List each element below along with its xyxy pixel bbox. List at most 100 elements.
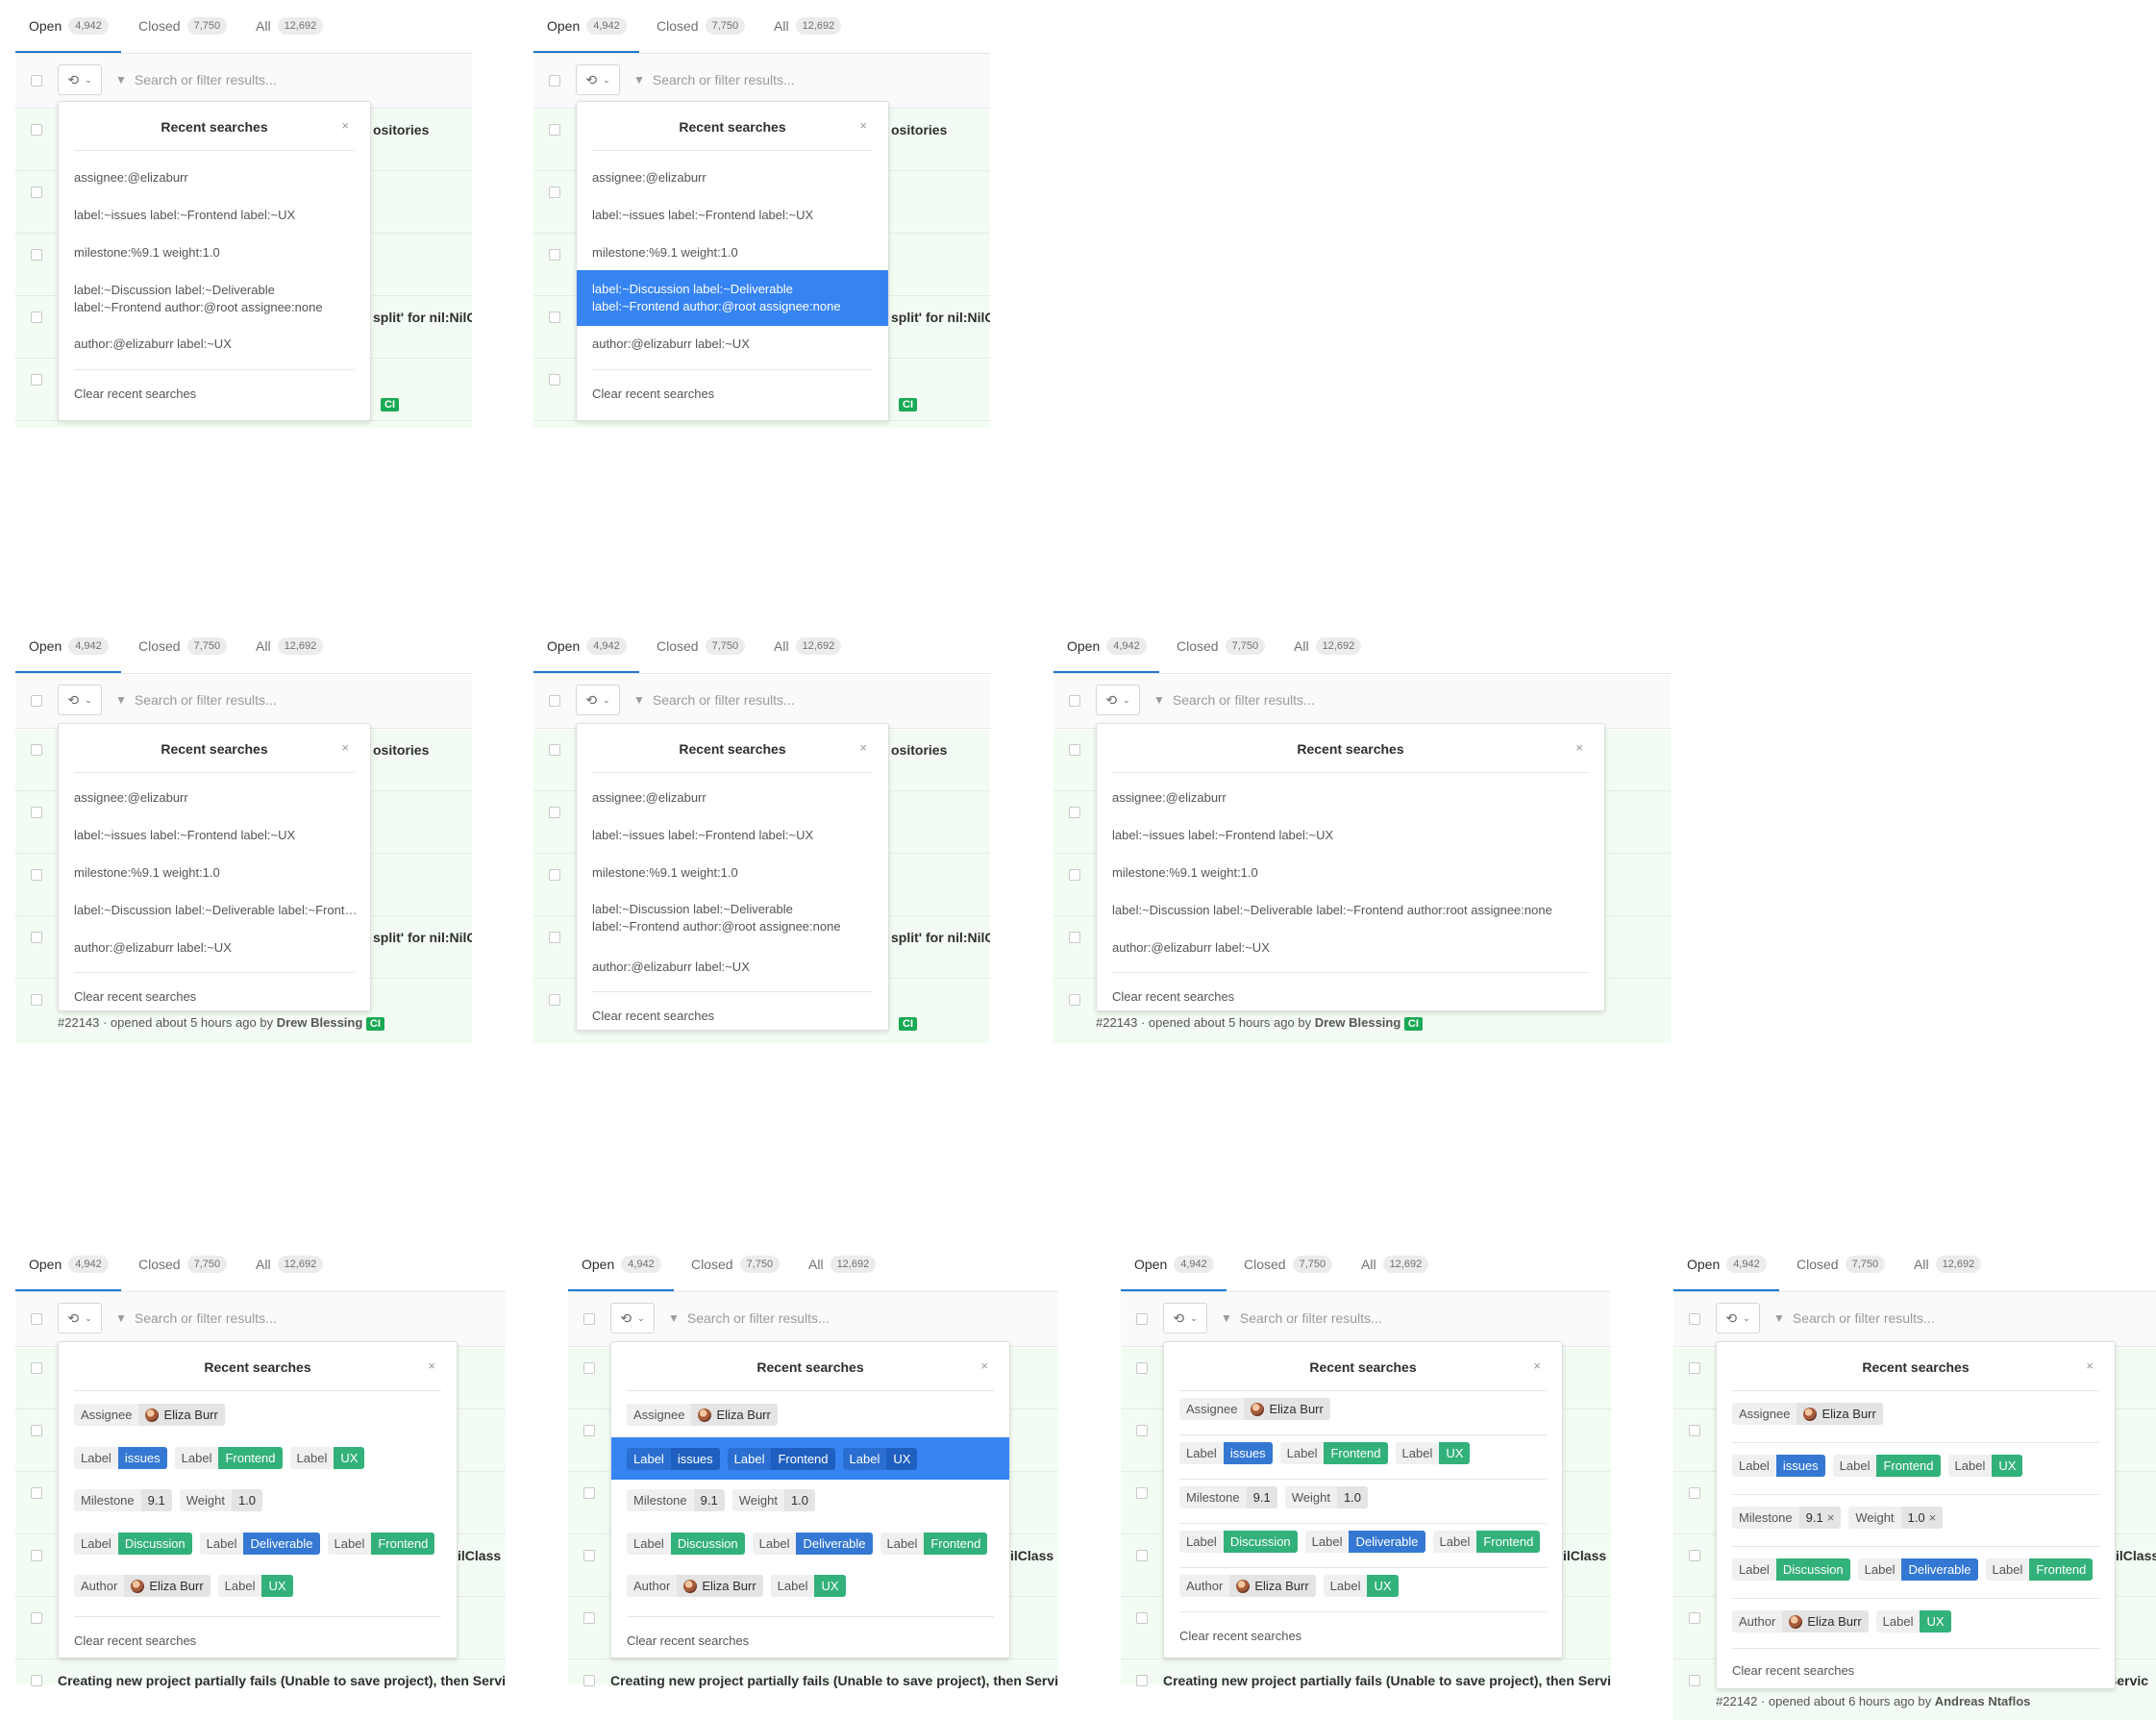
recent-searches-button[interactable]: ⟲ ⌄ <box>610 1303 655 1334</box>
row-checkbox[interactable] <box>549 932 560 943</box>
select-all-checkbox[interactable] <box>549 75 560 87</box>
tab-closed[interactable]: Closed 7,750 <box>138 637 228 655</box>
recent-search-item[interactable]: label:~issues label:~Frontend label:~UX <box>592 207 879 224</box>
row-checkbox[interactable] <box>1689 1675 1700 1686</box>
search-input[interactable]: ▼ Search or filter results... <box>1221 1310 1382 1326</box>
row-checkbox[interactable] <box>31 249 42 261</box>
clear-recent-searches-button[interactable]: Clear recent searches <box>1112 989 1234 1004</box>
row-checkbox[interactable] <box>1689 1362 1700 1374</box>
recent-search-item-highlighted[interactable]: label:~Discussion label:~Deliverable labe… <box>577 270 888 326</box>
recent-search-item[interactable]: label:~issues label:~Frontend label:~UX <box>592 827 879 844</box>
issue-title[interactable]: ilClass <box>2116 1548 2156 1563</box>
row-checkbox[interactable] <box>31 1425 42 1436</box>
row-checkbox[interactable] <box>1689 1425 1700 1436</box>
clear-recent-searches-button[interactable]: Clear recent searches <box>1179 1629 1301 1643</box>
row-checkbox[interactable] <box>1069 869 1080 881</box>
row-checkbox[interactable] <box>1136 1612 1148 1624</box>
recent-search-item[interactable]: Author Eliza Burr Label UX <box>1179 1575 1556 1597</box>
row-checkbox[interactable] <box>31 1675 42 1686</box>
recent-search-item[interactable]: assignee:@elizaburr <box>592 789 879 807</box>
select-all-checkbox[interactable] <box>31 75 42 87</box>
row-checkbox[interactable] <box>31 1362 42 1374</box>
search-input[interactable]: ▼ Search or filter results... <box>633 692 795 708</box>
row-checkbox[interactable] <box>1689 1550 1700 1561</box>
search-input[interactable]: ▼ Search or filter results... <box>115 1310 277 1326</box>
select-all-checkbox[interactable] <box>1689 1313 1700 1325</box>
tab-all[interactable]: All 12,692 <box>1294 637 1362 655</box>
issue-title[interactable]: ilClass <box>1563 1548 1606 1563</box>
row-checkbox[interactable] <box>549 869 560 881</box>
tab-all[interactable]: All 12,692 <box>256 17 324 35</box>
issue-title[interactable]: split' for nil:NilC <box>891 930 990 945</box>
clear-recent-searches-button[interactable]: Clear recent searches <box>74 386 196 401</box>
recent-search-item[interactable]: author:@elizaburr label:~UX <box>74 336 360 353</box>
clear-recent-searches-button[interactable]: Clear recent searches <box>592 386 714 401</box>
recent-search-item[interactable]: milestone:%9.1 weight:1.0 <box>592 244 879 262</box>
tab-open[interactable]: Open 4,942 <box>547 17 627 35</box>
recent-search-item[interactable]: Label Discussion Label Deliverable Label Fr… <box>627 1533 1004 1555</box>
recent-searches-button[interactable]: ⟲ ⌄ <box>1096 685 1140 715</box>
select-all-checkbox[interactable] <box>1069 695 1080 707</box>
recent-search-item[interactable]: label:~issues label:~Frontend label:~UX <box>74 827 360 844</box>
recent-searches-button[interactable]: ⟲ ⌄ <box>58 64 102 95</box>
row-checkbox[interactable] <box>31 744 42 756</box>
issue-title[interactable]: split' for nil:NilC <box>373 930 472 945</box>
recent-search-item[interactable]: milestone:%9.1 weight:1.0 <box>74 864 360 882</box>
row-checkbox[interactable] <box>1136 1487 1148 1499</box>
row-checkbox[interactable] <box>31 932 42 943</box>
row-checkbox[interactable] <box>31 1550 42 1561</box>
row-checkbox[interactable] <box>1689 1487 1700 1499</box>
row-checkbox[interactable] <box>31 1612 42 1624</box>
search-input[interactable]: ▼ Search or filter results... <box>668 1310 830 1326</box>
remove-token-icon[interactable]: × <box>1827 1510 1835 1525</box>
row-checkbox[interactable] <box>1069 932 1080 943</box>
recent-searches-button[interactable]: ⟲ ⌄ <box>576 685 620 715</box>
search-input[interactable]: ▼ Search or filter results... <box>115 692 277 708</box>
tab-closed[interactable]: Closed 7,750 <box>1244 1256 1333 1273</box>
recent-searches-button[interactable]: ⟲ ⌄ <box>58 685 102 715</box>
issue-title[interactable]: Creating new project partially fails (Un… <box>1163 1673 1611 1688</box>
recent-search-item[interactable]: Label Discussion Label Deliverable Label Fr… <box>74 1533 451 1555</box>
tab-closed[interactable]: Closed 7,750 <box>691 1256 781 1273</box>
recent-searches-button[interactable]: ⟲ ⌄ <box>1716 1303 1760 1334</box>
recent-search-item[interactable]: assignee:@elizaburr <box>592 169 879 187</box>
recent-search-item[interactable]: Milestone 9.1 Weight 1.0 <box>627 1489 1004 1511</box>
issue-title[interactable]: ositories <box>373 742 429 758</box>
clear-recent-searches-button[interactable]: Clear recent searches <box>592 1009 714 1023</box>
recent-search-item[interactable]: assignee:@elizaburr <box>1112 789 1595 807</box>
recent-search-item[interactable]: author:@elizaburr label:~UX <box>592 959 879 976</box>
recent-search-item[interactable]: milestone:%9.1 weight:1.0 <box>1112 864 1595 882</box>
select-all-checkbox[interactable] <box>549 695 560 707</box>
select-all-checkbox[interactable] <box>583 1313 595 1325</box>
recent-searches-button[interactable]: ⟲ ⌄ <box>1163 1303 1207 1334</box>
close-icon[interactable]: × <box>2086 1359 2094 1373</box>
tab-open[interactable]: Open 4,942 <box>1687 1256 1767 1273</box>
row-checkbox[interactable] <box>583 1362 595 1374</box>
issue-title[interactable]: split' for nil:NilC <box>373 310 472 325</box>
row-checkbox[interactable] <box>1069 807 1080 818</box>
tab-closed[interactable]: Closed 7,750 <box>657 17 746 35</box>
close-icon[interactable]: × <box>1533 1359 1541 1373</box>
row-checkbox[interactable] <box>1689 1612 1700 1624</box>
issue-title[interactable]: Creating new project partially fails (Un… <box>58 1673 506 1688</box>
close-icon[interactable]: × <box>980 1359 988 1373</box>
recent-search-item[interactable]: Assignee Eliza Burr <box>627 1404 1004 1426</box>
recent-search-item[interactable]: label:~issues label:~Frontend label:~UX <box>1112 827 1595 844</box>
recent-search-item[interactable]: label:~issues label:~Frontend label:~UX <box>74 207 360 224</box>
recent-search-item[interactable]: Label issues Label Frontend Label UX <box>1732 1455 2109 1477</box>
tab-all[interactable]: All 12,692 <box>256 1256 324 1273</box>
row-checkbox[interactable] <box>31 312 42 323</box>
tab-all[interactable]: All 12,692 <box>774 637 842 655</box>
row-checkbox[interactable] <box>549 249 560 261</box>
tab-open[interactable]: Open 4,942 <box>29 1256 109 1273</box>
recent-search-item[interactable]: milestone:%9.1 weight:1.0 <box>74 244 360 262</box>
issue-title[interactable]: Creating new project partially fails (Un… <box>610 1673 1058 1688</box>
tab-all[interactable]: All 12,692 <box>256 637 324 655</box>
row-checkbox[interactable] <box>31 374 42 386</box>
row-checkbox[interactable] <box>583 1612 595 1624</box>
recent-search-item[interactable]: Assignee Eliza Burr <box>1732 1403 2109 1425</box>
tab-closed[interactable]: Closed 7,750 <box>1797 1256 1886 1273</box>
search-input[interactable]: ▼ Search or filter results... <box>633 72 795 87</box>
recent-search-item-truncated[interactable]: label:~Discussion label:~Deliverable lab… <box>74 902 360 919</box>
issue-title[interactable]: split' for nil:NilC <box>891 310 990 325</box>
